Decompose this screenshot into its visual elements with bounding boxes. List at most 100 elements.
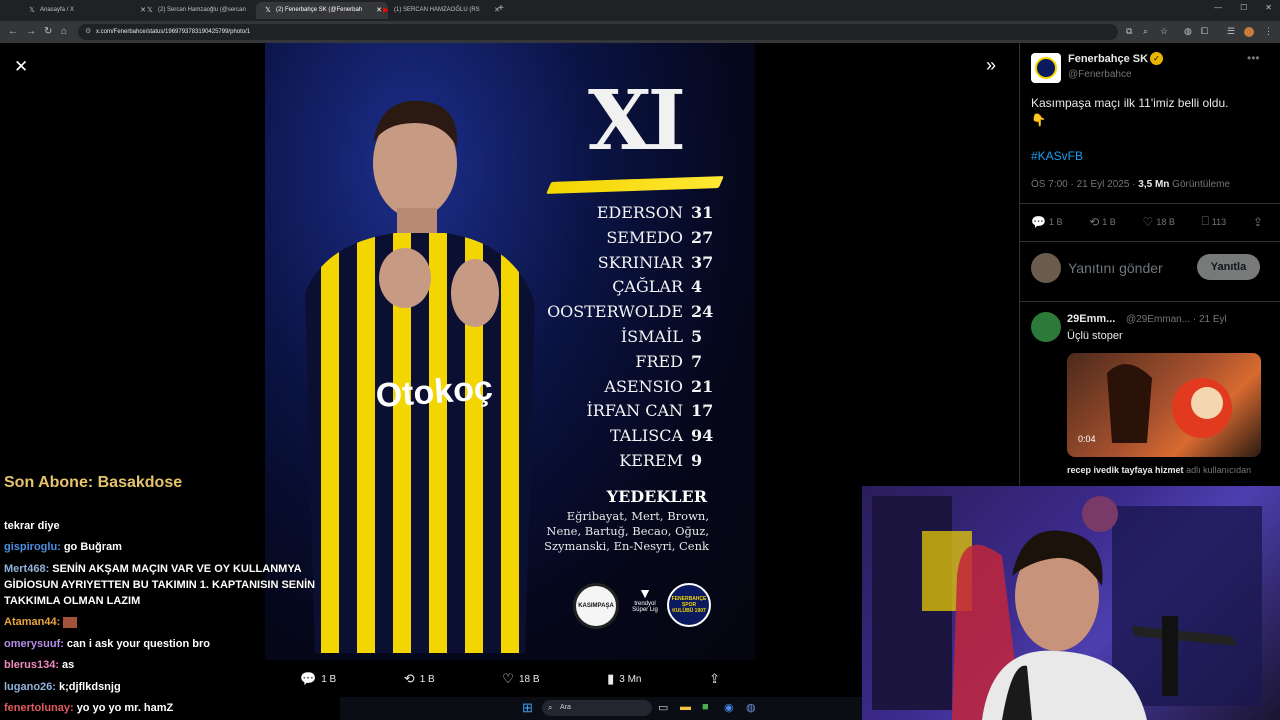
hashtag-link[interactable]: #KASvFB: [1031, 149, 1083, 163]
home-icon[interactable]: ⌂: [61, 26, 67, 37]
kasimpasa-logo: KASIMPAŞA: [573, 583, 619, 629]
os-taskbar: ⊞ ⌕ Ara ▭ ▬ ■ ◉ ◍: [340, 697, 862, 720]
reply-author-name[interactable]: 29Emm...: [1067, 313, 1115, 325]
views-label: Görüntüleme: [1169, 179, 1230, 190]
menu-icon[interactable]: ⋮: [1264, 26, 1273, 37]
extension-icon[interactable]: ◍: [1184, 26, 1192, 37]
reply-icon: 💬: [1031, 214, 1046, 229]
reply-author-avatar[interactable]: [1031, 312, 1061, 342]
fenerbahce-crest-text: FENERBAHÇE SPOR KULÜBÜ 1907: [671, 596, 707, 614]
player-number: 17: [691, 401, 714, 420]
like-stat[interactable]: ♡ 18 B: [1143, 214, 1175, 229]
chat-message: blerus134: as: [4, 657, 334, 673]
expand-panel-icon[interactable]: »: [986, 55, 996, 76]
zoom-icon[interactable]: ⌕: [1143, 26, 1148, 37]
player-name: FRED: [635, 352, 683, 371]
pointing-down-emoji: 👇: [1031, 113, 1046, 127]
views-action[interactable]: ▮ 3 Mn: [607, 669, 641, 689]
x-logo-icon: 𝕏: [265, 6, 271, 14]
player-number: 21: [691, 377, 714, 396]
chat-message: lugano26: k;djflkdsnjg: [4, 679, 334, 695]
address-bar-row: ← → ↻ ⌂ ⚙ x.com/Fenerbahce/status/196979…: [0, 21, 1280, 43]
substitutes-title: YEDEKLER: [606, 487, 707, 506]
tab-fenerbahce[interactable]: 𝕏 (2) Fenerbahçe SK (@Fenerbah ✕: [256, 2, 388, 19]
player-number: 31: [691, 203, 714, 222]
author-avatar[interactable]: [1031, 53, 1061, 83]
taskbar-search[interactable]: ⌕ Ara: [542, 700, 652, 716]
lineup-row: ASENSIO 21: [483, 377, 713, 396]
store-icon[interactable]: ■: [702, 701, 709, 713]
more-options-icon[interactable]: •••: [1247, 51, 1260, 65]
install-icon[interactable]: ⧉: [1126, 26, 1132, 37]
chat-username: Mert468:: [4, 563, 50, 575]
forward-icon[interactable]: →: [26, 26, 36, 37]
reply-count: 1 B: [1048, 216, 1063, 227]
divider: [1020, 203, 1280, 204]
player-number: 9: [691, 451, 703, 470]
youtube-icon: ▶: [383, 6, 389, 14]
reply-stat[interactable]: 💬 1 B: [1031, 214, 1062, 229]
repost-icon: ⟲: [1089, 214, 1100, 229]
chat-message: Mert468: SENİN AKŞAM MAÇIN VAR VE OY KULL…: [4, 561, 334, 609]
reply-button[interactable]: Yanıtla: [1197, 254, 1260, 280]
close-viewer-icon[interactable]: ✕: [14, 57, 28, 77]
back-icon[interactable]: ←: [8, 26, 18, 37]
url-field[interactable]: ⚙ x.com/Fenerbahce/status/19697937831904…: [78, 24, 1118, 40]
site-info-icon[interactable]: ⚙: [85, 24, 91, 40]
tab-youtube[interactable]: ▶ (1) SERCAN HAMZAOĞLU (RS ✕: [374, 2, 506, 19]
reload-icon[interactable]: ↻: [44, 26, 52, 37]
repost-stat[interactable]: ⟲ 1 B: [1089, 214, 1116, 229]
puzzle-icon[interactable]: ⧠: [1201, 26, 1208, 37]
window-controls: — ☐ ✕: [1214, 3, 1272, 12]
chat-text: yo yo yo mr. hamZ: [76, 702, 174, 714]
reply-input[interactable]: Yanıtını gönder: [1068, 260, 1163, 276]
minimize-icon[interactable]: —: [1214, 3, 1222, 12]
share-action[interactable]: ⇪: [709, 669, 720, 689]
player-name: ÇAĞLAR: [612, 277, 683, 296]
chat-username: gispiroglu:: [4, 541, 61, 553]
maximize-icon[interactable]: ☐: [1240, 3, 1247, 12]
repost-action[interactable]: ⟲ 1 B: [404, 669, 435, 689]
tab-title: (2) Sercan Hamzaoğlu (@sercan: [158, 7, 246, 13]
current-user-avatar[interactable]: [1031, 253, 1061, 283]
lineup-row: İSMAİL 5: [483, 327, 713, 346]
tweet-meta: ÖS 7:00 · 21 Eyl 2025 · 3,5 Mn Görüntüle…: [1031, 179, 1230, 190]
tab-sercan[interactable]: 𝕏 (2) Sercan Hamzaoğlu (@sercan ✕: [138, 2, 270, 19]
start-menu-icon[interactable]: ⊞: [522, 700, 533, 716]
bookmark-stat[interactable]: ⎕ 113: [1202, 214, 1227, 229]
video-caption-text[interactable]: recep ivedik tayfaya hizmet: [1067, 465, 1184, 475]
reply-video[interactable]: [1067, 353, 1261, 457]
like-action[interactable]: ♡ 18 B: [502, 669, 539, 689]
lineup-row: KEREM 9: [483, 451, 713, 470]
close-window-icon[interactable]: ✕: [1265, 3, 1272, 12]
task-view-icon[interactable]: ▭: [658, 701, 668, 714]
like-count: 18 B: [1156, 216, 1175, 227]
profile-avatar[interactable]: [1244, 27, 1254, 37]
viewer-action-bar: 💬 1 B ⟲ 1 B ♡ 18 B ▮ 3 Mn ⇪: [300, 669, 720, 689]
tweet-timestamp[interactable]: ÖS 7:00 · 21 Eyl 2025 ·: [1031, 179, 1138, 190]
author-name[interactable]: Fenerbahçe SK: [1068, 53, 1148, 65]
player-number: 37: [691, 253, 714, 272]
reply-author-handle[interactable]: @29Emman... · 21 Eyl: [1126, 314, 1227, 325]
discord-icon[interactable]: ◍: [746, 701, 756, 714]
tab-anasayfa[interactable]: 𝕏 Anasayfa / X ✕: [20, 2, 152, 19]
file-explorer-icon[interactable]: ▬: [680, 701, 691, 713]
view-count: 3,5 Mn: [1138, 179, 1170, 190]
player-name: EDERSON: [596, 203, 683, 222]
new-tab-button[interactable]: +: [498, 3, 504, 14]
share-stat[interactable]: ⇪: [1253, 214, 1263, 229]
tweet-stats: 💬 1 B ⟲ 1 B ♡ 18 B ⎕ 113 ⇪: [1031, 214, 1263, 229]
author-handle[interactable]: @Fenerbahce: [1068, 69, 1132, 80]
bookmark-star-icon[interactable]: ☆: [1160, 26, 1168, 37]
chat-username: fenertolunay:: [4, 702, 74, 714]
tab-title: (2) Fenerbahçe SK (@Fenerbah: [276, 7, 363, 13]
reading-list-icon[interactable]: ☰: [1227, 26, 1235, 37]
bookmark-count: 113: [1211, 216, 1227, 227]
chat-text: as: [62, 659, 75, 671]
xi-heading: XI: [588, 73, 686, 169]
chat-text: tekrar diye: [4, 520, 60, 532]
player-number: 7: [691, 352, 703, 371]
kasimpasa-logo-text: KASIMPAŞA: [578, 603, 614, 609]
chrome-icon[interactable]: ◉: [724, 701, 734, 714]
video-caption: recep ivedik tayfaya hizmet adlı kullanı…: [1067, 464, 1267, 477]
